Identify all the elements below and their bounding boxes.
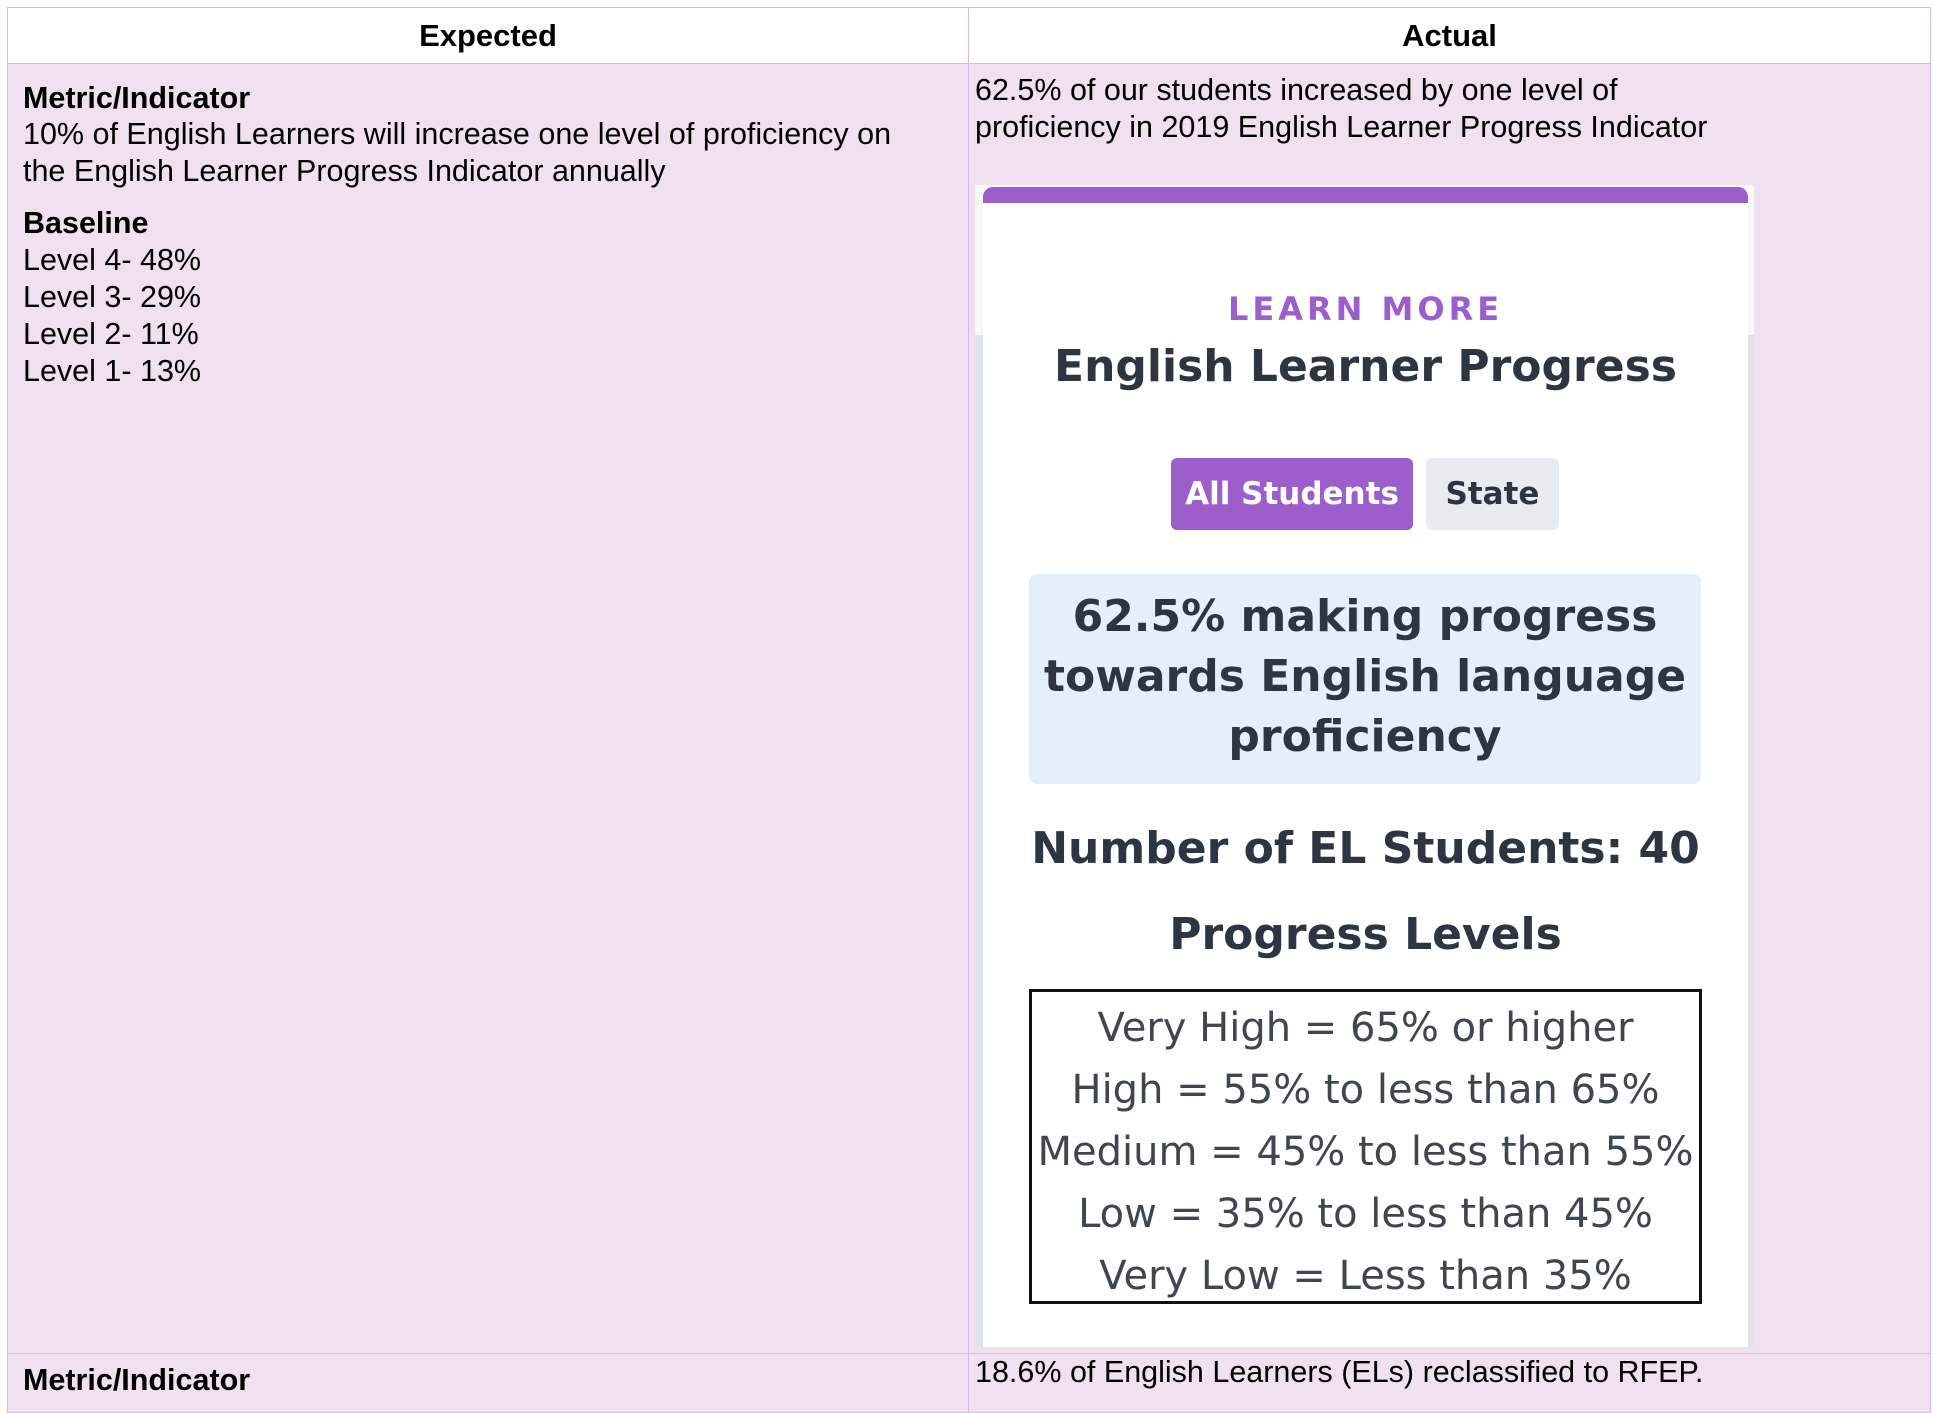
state-button[interactable]: State [1426, 458, 1559, 530]
metric-text-line2: the English Learner Progress Indicator a… [23, 154, 666, 188]
baseline-level-4: Level 4- 48% [23, 243, 202, 277]
header-actual: Actual [968, 7, 1931, 64]
baseline-heading: Baseline [23, 206, 149, 240]
baseline-level-1: Level 1- 13% [23, 354, 202, 388]
progress-line-2: towards English language [1043, 651, 1687, 702]
metric-heading: Metric/Indicator [23, 81, 251, 115]
metric-text-line1: 10% of English Learners will increase on… [23, 117, 892, 151]
baseline-level-3: Level 3- 29% [23, 280, 202, 314]
row2-actual-text: 18.6% of English Learners (ELs) reclassi… [975, 1355, 1704, 1389]
english-learner-progress-card: LEARN MORE English Learner Progress All … [983, 187, 1748, 1347]
all-students-button[interactable]: All Students [1171, 458, 1413, 530]
progress-levels-box: Very High = 65% or higher High = 55% to … [1029, 989, 1702, 1304]
level-low: Low = 35% to less than 45% [1078, 1191, 1653, 1237]
progress-levels-title: Progress Levels [1169, 909, 1562, 960]
level-medium: Medium = 45% to less than 55% [1037, 1129, 1694, 1175]
header-expected: Expected [7, 7, 969, 64]
level-high: High = 55% to less than 65% [1071, 1067, 1660, 1113]
learn-more-label: LEARN MORE [1227, 290, 1504, 328]
progress-line-3: proficiency [1228, 711, 1502, 762]
level-very-high: Very High = 65% or higher [1097, 1005, 1634, 1051]
baseline-level-2: Level 2- 11% [23, 317, 199, 351]
actual-text-line1: 62.5% of our students increased by one l… [975, 73, 1618, 107]
el-student-count: Number of EL Students: 40 [1031, 823, 1700, 874]
progress-summary: 62.5% making progress towards English la… [1029, 574, 1701, 784]
progress-line-1: 62.5% making progress [1072, 591, 1658, 642]
actual-text-line2: proficiency in 2019 English Learner Prog… [975, 110, 1708, 144]
row2-metric-heading: Metric/Indicator [23, 1363, 251, 1397]
card-title: English Learner Progress [1054, 341, 1677, 392]
level-very-low: Very Low = Less than 35% [1099, 1253, 1632, 1299]
